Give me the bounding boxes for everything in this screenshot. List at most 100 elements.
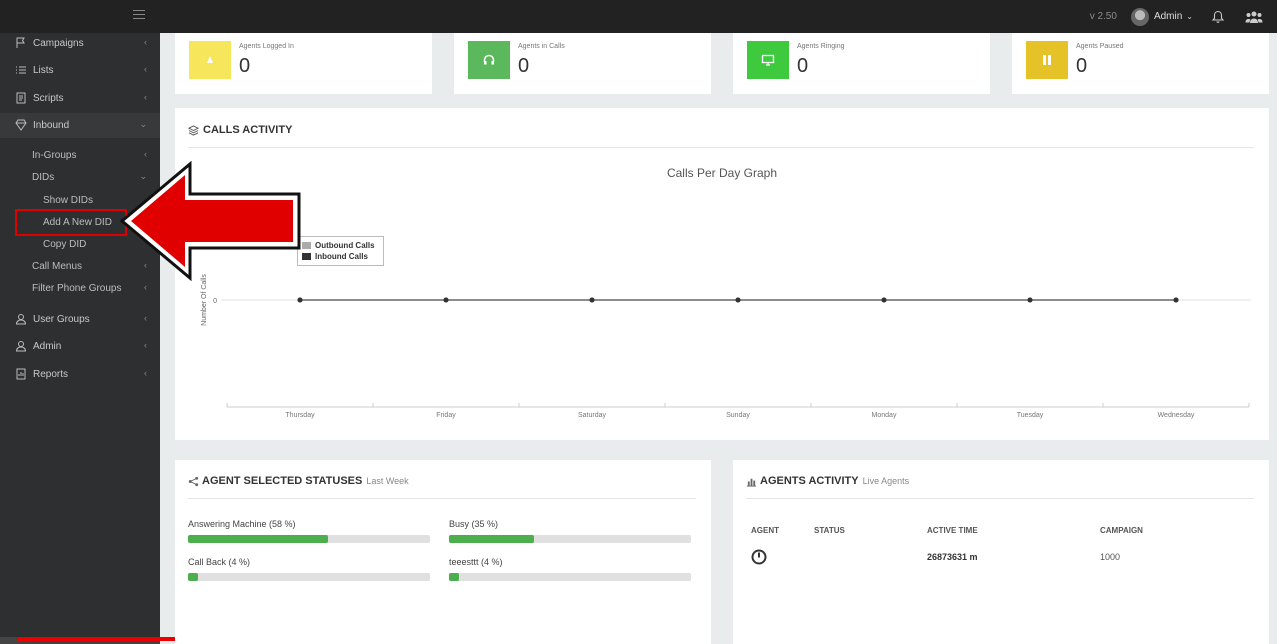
card-value: 0	[239, 55, 251, 77]
sidebar-item-admin[interactable]: Admin ‹	[0, 334, 160, 358]
annotation-arrow	[119, 160, 301, 282]
chart-x-axis: Thursday Friday Saturday Sunday Monday Tuesda…	[226, 403, 1250, 419]
chevron-left-icon: ‹	[144, 282, 147, 292]
chevron-down-icon: ⌄	[139, 119, 147, 129]
column-header-active-time: ACTIVE TIME	[927, 526, 978, 535]
sidebar-item-label: Campaigns	[33, 37, 84, 49]
chevron-left-icon: ‹	[144, 37, 147, 47]
data-point	[735, 297, 741, 303]
card-icon-box	[747, 41, 789, 79]
sidebar-subitem-label: Show DIDs	[43, 194, 94, 206]
agents-activity-title-text: AGENTS ACTIVITY	[760, 475, 859, 487]
data-point	[589, 297, 595, 303]
legend-label: Inbound Calls	[315, 252, 368, 261]
status-label: Busy (35 %)	[449, 519, 499, 529]
power-icon[interactable]	[751, 549, 767, 565]
x-tick-label: Monday	[872, 412, 897, 419]
x-tick-label: Wednesday	[1158, 412, 1195, 419]
panel-divider	[746, 498, 1254, 499]
column-header-agent: AGENT	[751, 526, 779, 535]
chevron-left-icon: ‹	[144, 368, 147, 378]
status-bar-fill	[188, 535, 328, 543]
avatar	[1130, 7, 1149, 26]
data-point	[297, 297, 303, 303]
agent-statuses-subtitle: Last Week	[366, 476, 409, 486]
x-tick-label: Tuesday	[1017, 412, 1044, 419]
menu-toggle-icon[interactable]	[133, 10, 145, 20]
legend-item-inbound: Inbound Calls	[302, 251, 379, 262]
x-tick-label: Sunday	[726, 412, 750, 419]
card-value: 0	[797, 55, 809, 77]
user-icon	[15, 313, 27, 325]
sidebar-item-inbound[interactable]: Inbound ⌄	[0, 113, 160, 137]
user-menu[interactable]: Admin ⌄	[1130, 7, 1193, 26]
sidebar-item-reports[interactable]: Reports ‹	[0, 362, 160, 386]
data-point	[881, 297, 887, 303]
status-bar-fill	[449, 573, 459, 581]
sidebar-subitem-label: DIDs	[32, 171, 55, 183]
top-navbar: v 2.50 Admin ⌄	[0, 0, 1277, 33]
agent-statuses-title-text: AGENT SELECTED STATUSES	[202, 475, 363, 487]
agent-statuses-panel	[175, 460, 711, 644]
sidebar-item-campaigns[interactable]: Campaigns ‹	[0, 31, 160, 55]
data-point	[1027, 297, 1033, 303]
y-tick-label: 0	[213, 298, 217, 305]
status-bar-fill	[188, 573, 198, 581]
card-icon-box	[189, 41, 231, 79]
sidebar-item-label: Admin	[33, 340, 62, 352]
legend-label: Outbound Calls	[315, 241, 375, 250]
status-label: teeesttt (4 %)	[449, 557, 503, 567]
x-tick-label: Thursday	[285, 412, 315, 419]
users-icon[interactable]	[1245, 10, 1263, 24]
card-value: 0	[1076, 55, 1088, 77]
legend-swatch	[302, 242, 311, 249]
sidebar: Campaigns ‹ Lists ‹ Scripts ‹ Inbound ⌄ …	[0, 33, 160, 644]
chevron-down-icon: ⌄	[1186, 12, 1193, 21]
sidebar-subitem-label: Call Menus	[32, 260, 83, 272]
chart-legend: Outbound Calls Inbound Calls	[297, 236, 384, 266]
chart-series-group	[297, 297, 1179, 303]
sidebar-item-user-groups[interactable]: User Groups ‹	[0, 307, 160, 331]
card-agents-in-calls: Agents in Calls 0	[454, 33, 711, 94]
sidebar-subitem-label: Copy DID	[43, 238, 87, 250]
status-bar-fill	[449, 535, 534, 543]
sidebar-subitem-label: Filter Phone Groups	[32, 282, 122, 294]
headset-icon	[483, 54, 495, 65]
card-label: Agents in Calls	[518, 43, 565, 50]
column-header-status: STATUS	[814, 526, 845, 535]
share-icon	[188, 476, 199, 486]
agent-statuses-title: AGENT SELECTED STATUSES Last Week	[188, 475, 409, 487]
x-tick-label: Saturday	[578, 412, 607, 419]
user-name: Admin	[1153, 11, 1183, 22]
card-agents-paused: Agents Paused 0	[1012, 33, 1269, 94]
sidebar-item-label: Inbound	[33, 119, 70, 131]
chart-y-ticks: 0	[213, 298, 1251, 305]
card-label: Agents Ringing	[797, 43, 845, 50]
legend-swatch	[302, 253, 311, 260]
bar-chart-icon	[746, 478, 757, 487]
sidebar-item-label: Scripts	[33, 92, 64, 104]
sidebar-item-scripts[interactable]: Scripts ‹	[0, 86, 160, 110]
sidebar-item-label: Reports	[33, 368, 69, 380]
chevron-left-icon: ‹	[144, 149, 147, 159]
annotation-highlight-box	[15, 209, 127, 236]
sidebar-item-label: User Groups	[33, 313, 90, 325]
card-icon-box	[1026, 41, 1068, 79]
card-agents-ringing: Agents Ringing 0	[733, 33, 990, 94]
bulb-icon	[207, 56, 213, 63]
chevron-left-icon: ‹	[144, 92, 147, 102]
panel-divider	[188, 498, 696, 499]
bell-icon[interactable]	[1211, 10, 1225, 24]
user-icon	[15, 340, 27, 352]
sidebar-item-label: Lists	[33, 64, 54, 76]
status-label: Answering Machine (58 %)	[188, 519, 296, 529]
version-label: v 2.50	[1089, 11, 1117, 22]
chevron-left-icon: ‹	[144, 313, 147, 323]
sidebar-item-lists[interactable]: Lists ‹	[0, 58, 160, 82]
document-icon	[15, 92, 27, 104]
chart-title: Calls Per Day Graph	[667, 166, 777, 180]
sidebar-subitem-label: In-Groups	[32, 149, 77, 161]
data-point	[1173, 297, 1179, 303]
legend-item-outbound: Outbound Calls	[302, 240, 379, 251]
status-label: Call Back (4 %)	[188, 557, 251, 567]
